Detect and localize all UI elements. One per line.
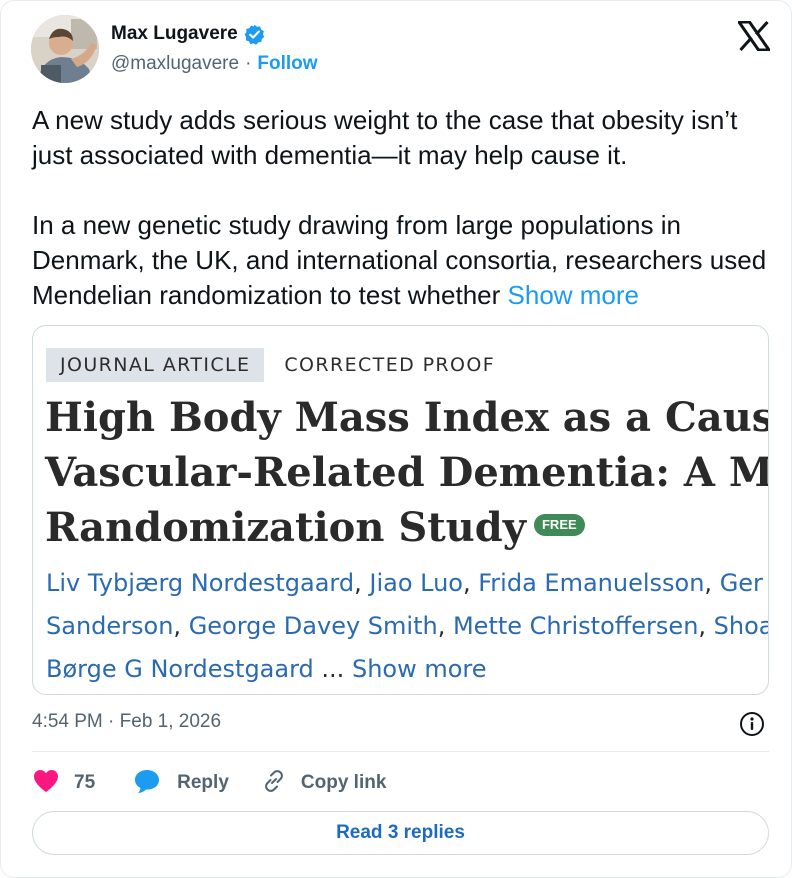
author-name-row: Max Lugavere (111, 23, 265, 45)
article-status-tag: CORRECTED PROOF (284, 354, 496, 376)
authors-show-more-link[interactable]: Show more (352, 655, 487, 683)
article-title-text: Randomization Study (45, 504, 526, 551)
author-link[interactable]: Mette Christoffersen (453, 612, 698, 640)
author-handle-row: @maxlugavere · Follow (111, 53, 318, 75)
tweet-card: Max Lugavere @maxlugavere · Follow A new… (0, 0, 792, 878)
copy-link-button[interactable]: Copy link (261, 768, 387, 799)
authors-line: Børge G Nordestgaard ... Show more (46, 648, 768, 691)
tweet-text: A new study adds serious weight to the c… (32, 103, 772, 313)
author-link[interactable]: George Davey Smith (189, 612, 438, 640)
article-title-line: High Body Mass Index as a Causal R (45, 394, 768, 441)
author-link[interactable]: Ger (720, 569, 763, 597)
author-link[interactable]: Jiao Luo (369, 569, 463, 597)
show-more-link[interactable]: Show more (508, 280, 640, 310)
like-button[interactable]: 75 (32, 768, 95, 799)
authors-ellipsis: ... (321, 655, 345, 683)
follow-button[interactable]: Follow (257, 53, 317, 75)
read-replies-button[interactable]: Read 3 replies (32, 811, 769, 855)
reply-bubble-icon (133, 768, 161, 799)
author-link[interactable]: Shoa (714, 612, 768, 640)
author-link[interactable]: Liv Tybjærg Nordestgaard (46, 569, 354, 597)
read-replies-label: Read 3 replies (336, 822, 465, 843)
article-title-line: Vascular-Related Dementia: A Mend (45, 449, 769, 496)
article-type-tag: JOURNAL ARTICLE (46, 348, 265, 382)
info-icon[interactable] (739, 711, 765, 737)
heart-icon (32, 768, 60, 799)
author-handle[interactable]: @maxlugavere (111, 53, 239, 75)
like-count: 75 (74, 772, 96, 793)
tweet-timestamp[interactable]: 4:54 PM · Feb 1, 2026 (32, 711, 221, 733)
tweet-paragraph: A new study adds serious weight to the c… (32, 105, 738, 170)
copy-link-label: Copy link (300, 772, 387, 793)
embedded-article-card[interactable]: JOURNAL ARTICLE CORRECTED PROOF High Bod… (32, 325, 769, 695)
link-icon (261, 768, 287, 799)
separator-dot: · (245, 53, 252, 74)
avatar[interactable] (31, 15, 99, 83)
action-bar: 75 Reply Copy link (32, 766, 386, 800)
authors-line: Liv Tybjærg Nordestgaard, Jiao Luo, Frid… (46, 569, 763, 597)
verified-badge-icon (244, 24, 265, 45)
divider (32, 751, 769, 752)
reply-button[interactable]: Reply (133, 768, 229, 799)
author-display-name[interactable]: Max Lugavere (111, 23, 238, 45)
free-badge: FREE (533, 514, 585, 536)
author-link[interactable]: Sanderson (46, 612, 173, 640)
article-tags: JOURNAL ARTICLE CORRECTED PROOF (46, 348, 495, 382)
authors-line: Sanderson, George Davey Smith, Mette Chr… (46, 605, 768, 648)
author-link[interactable]: Frida Emanuelsson (478, 569, 704, 597)
reply-label: Reply (177, 772, 229, 793)
author-link[interactable]: Børge G Nordestgaard (46, 655, 314, 683)
tweet-paragraph-text: In a new genetic study drawing from larg… (32, 210, 767, 310)
article-authors: Liv Tybjærg Nordestgaard, Jiao Luo, Frid… (46, 562, 768, 691)
article-title-line: Randomization Study FREE (45, 500, 768, 555)
article-title: High Body Mass Index as a Causal R Vascu… (45, 390, 769, 555)
x-logo-icon[interactable] (736, 20, 772, 52)
tweet-paragraph: In a new genetic study drawing from larg… (32, 208, 772, 313)
